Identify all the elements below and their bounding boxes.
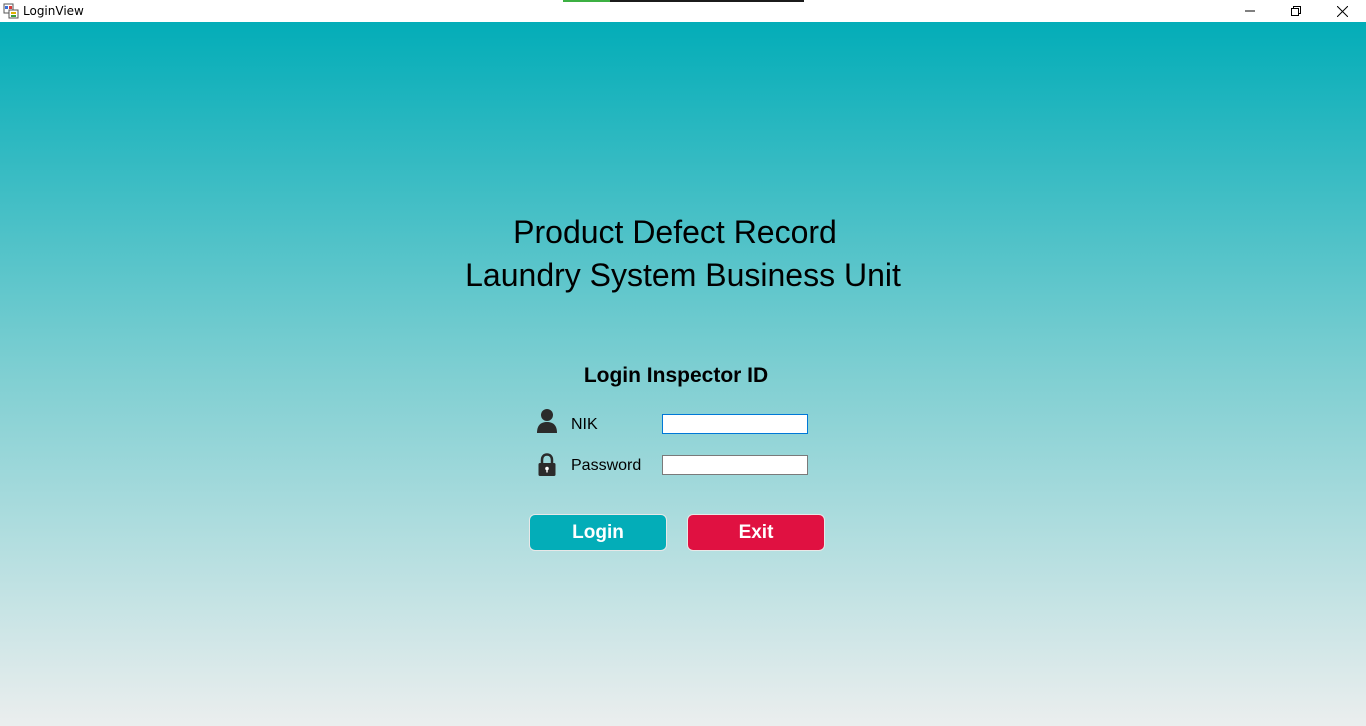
window-title: LoginView [23, 4, 84, 18]
password-label: Password [571, 457, 642, 474]
restore-button[interactable] [1273, 0, 1319, 22]
window-titlebar: LoginView [0, 0, 1366, 22]
nik-label: NIK [571, 416, 598, 433]
close-icon [1336, 5, 1348, 17]
nik-input[interactable] [662, 414, 808, 434]
lock-icon [536, 452, 558, 478]
login-button[interactable]: Login [529, 514, 667, 551]
minimize-button[interactable] [1227, 0, 1273, 22]
restore-icon [1291, 6, 1301, 16]
login-form: Product Defect Record Laundry System Bus… [0, 22, 1366, 726]
user-icon [536, 408, 558, 434]
app-title-line1: Product Defect Record [513, 214, 837, 250]
close-button[interactable] [1319, 0, 1365, 22]
progress-indicator [563, 0, 804, 2]
password-input[interactable] [662, 455, 808, 475]
app-window-icon[interactable] [3, 3, 19, 19]
exit-button[interactable]: Exit [687, 514, 825, 551]
login-heading: Login Inspector ID [583, 364, 769, 387]
minimize-icon [1245, 10, 1255, 12]
app-title-line2: Laundry System Business Unit [465, 257, 901, 293]
